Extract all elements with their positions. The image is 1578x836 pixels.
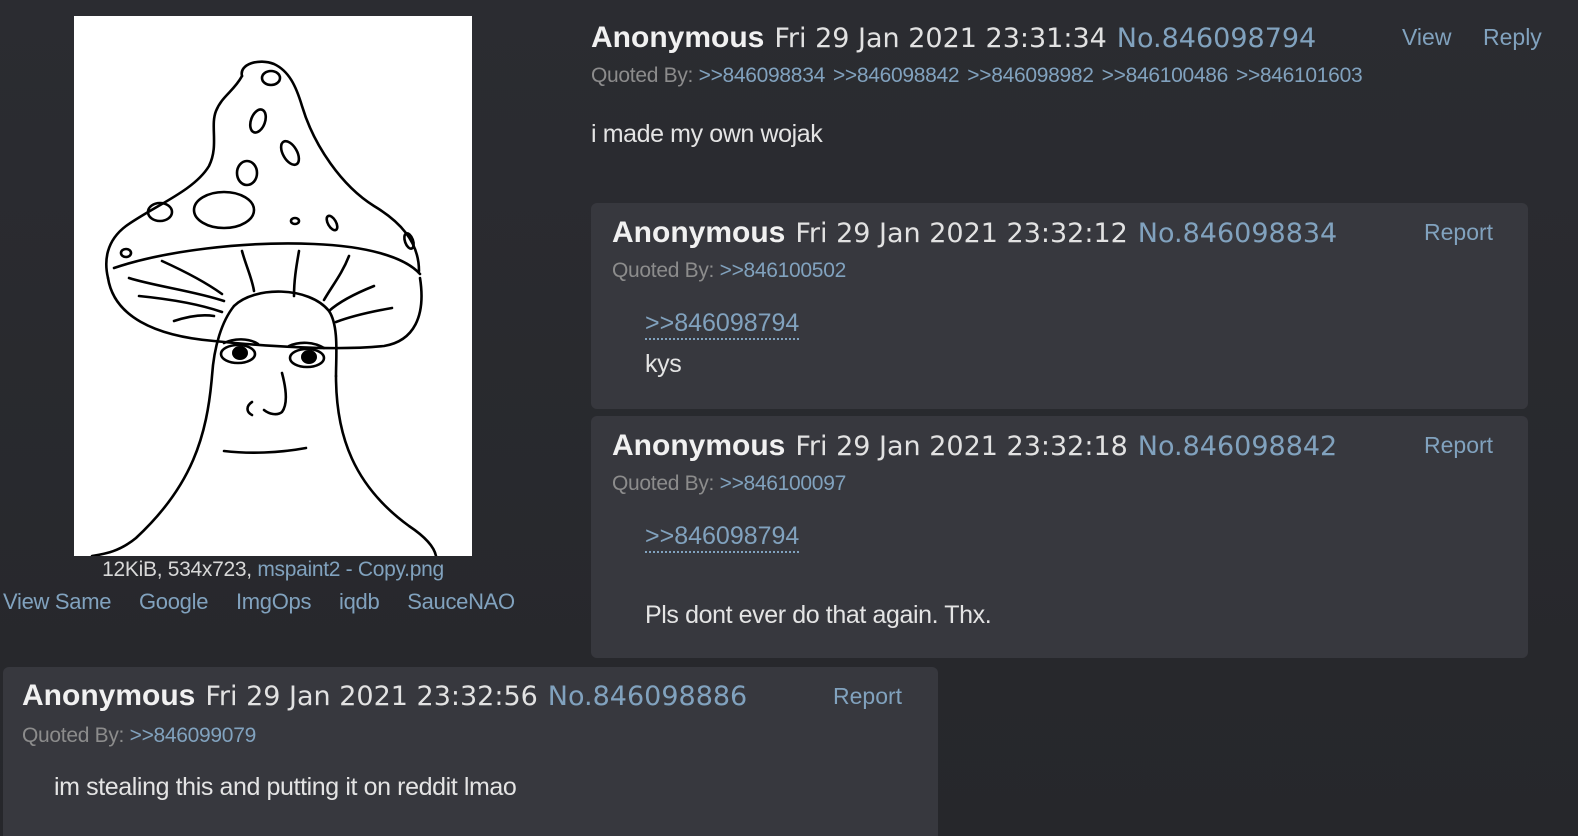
saucenao-link[interactable]: SauceNAO (407, 589, 515, 614)
post-date: Fri 29 Jan 2021 23:32:56 (205, 681, 538, 712)
poster-name: Anonymous (591, 21, 765, 54)
file-meta: 12KiB, 534x723, (102, 558, 252, 581)
post-number-link[interactable]: No.846098842 (1138, 431, 1337, 462)
reply-post-header: Anonymous Fri 29 Jan 2021 23:32:12 No.8460… (612, 215, 1337, 252)
op-message: i made my own wojak (591, 120, 823, 148)
backlink[interactable]: >>846100486 (1102, 64, 1229, 87)
backlink[interactable]: >>846100502 (720, 259, 847, 282)
poster-name: Anonymous (612, 216, 786, 249)
quoted-by-label: Quoted By: (612, 472, 715, 495)
backlink[interactable]: >>846100097 (720, 472, 847, 495)
iqdb-link[interactable]: iqdb (339, 589, 380, 614)
op-post-header: Anonymous Fri 29 Jan 2021 23:31:34 No.8460… (591, 20, 1316, 57)
image-search-links: View Same Google ImgOps iqdb SauceNAO (3, 589, 515, 615)
view-same-link[interactable]: View Same (3, 589, 111, 614)
report-link[interactable]: Report (833, 683, 902, 710)
quoted-by-label: Quoted By: (591, 64, 694, 87)
quote-link[interactable]: >>846098794 (645, 308, 800, 340)
reply-post-header: Anonymous Fri 29 Jan 2021 23:32:56 No.8460… (22, 678, 747, 715)
reply-link[interactable]: Reply (1483, 24, 1542, 51)
post-date: Fri 29 Jan 2021 23:32:12 (795, 218, 1128, 249)
reply-quoted-by: Quoted By: >>846100097 (612, 472, 854, 496)
poster-name: Anonymous (612, 429, 786, 462)
report-link[interactable]: Report (1424, 219, 1493, 246)
file-name-link[interactable]: mspaint2 - Copy.png (257, 558, 444, 581)
op-thumbnail[interactable] (74, 16, 472, 556)
backlink[interactable]: >>846098982 (967, 64, 1094, 87)
reply-message: kys (645, 350, 682, 378)
mushroom-wojak-drawing (90, 60, 438, 556)
report-link[interactable]: Report (1424, 432, 1493, 459)
file-info: 12KiB, 534x723, mspaint2 - Copy.png (0, 558, 546, 582)
quote-link[interactable]: >>846098794 (645, 521, 800, 553)
backlink[interactable]: >>846099079 (130, 724, 257, 747)
backlink[interactable]: >>846101603 (1236, 64, 1363, 87)
post-number-link[interactable]: No.846098834 (1138, 218, 1337, 249)
quoted-by-label: Quoted By: (22, 724, 125, 747)
reply-post-header: Anonymous Fri 29 Jan 2021 23:32:18 No.8460… (612, 428, 1337, 465)
post-number-link[interactable]: No.846098794 (1117, 23, 1316, 54)
view-link[interactable]: View (1402, 24, 1451, 51)
imgops-link[interactable]: ImgOps (236, 589, 312, 614)
post-number-link[interactable]: No.846098886 (548, 681, 747, 712)
google-link[interactable]: Google (139, 589, 208, 614)
quoted-by-label: Quoted By: (612, 259, 715, 282)
reply-message: Pls dont ever do that again. Thx. (645, 601, 992, 629)
backlink[interactable]: >>846098842 (833, 64, 960, 87)
reply-quoted-by: Quoted By: >>846100502 (612, 259, 854, 283)
post-date: Fri 29 Jan 2021 23:31:34 (774, 23, 1107, 54)
post-date: Fri 29 Jan 2021 23:32:18 (795, 431, 1128, 462)
reply-quoted-by: Quoted By: >>846099079 (22, 724, 264, 748)
backlink[interactable]: >>846098834 (699, 64, 826, 87)
poster-name: Anonymous (22, 679, 196, 712)
reply-message: im stealing this and putting it on reddi… (54, 773, 517, 801)
op-quoted-by: Quoted By: >>846098834 >>846098842 >>84609… (591, 64, 1370, 88)
